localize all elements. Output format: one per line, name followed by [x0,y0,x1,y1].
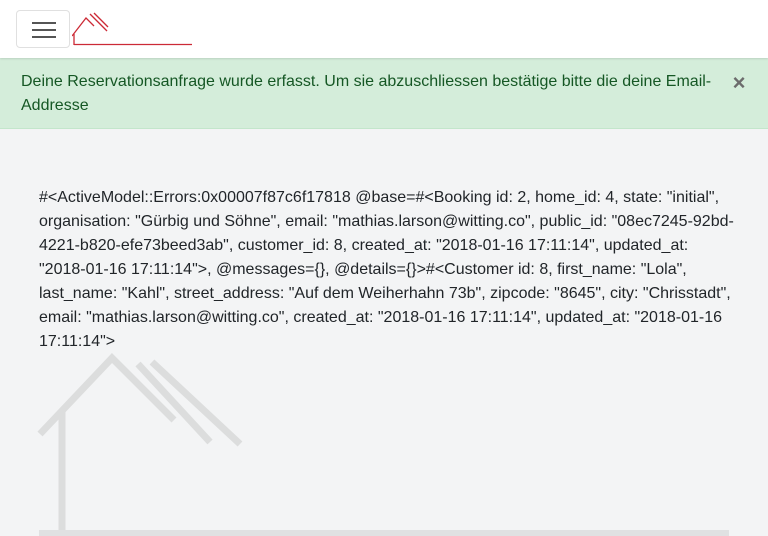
hamburger-icon-line [32,36,56,38]
navbar-toggler-button[interactable] [16,10,70,48]
hamburger-icon [32,22,56,24]
house-logo [71,12,192,46]
success-alert: Deine Reservationsanfrage wurde erfasst.… [0,58,768,129]
hamburger-icon-line [32,29,56,31]
content-divider [39,530,729,536]
alert-message: Deine Reservationsanfrage wurde erfasst.… [21,73,712,114]
close-icon[interactable]: × [728,71,750,95]
navbar [0,0,768,58]
brand-logo-link[interactable] [71,12,194,46]
error-output: #<ActiveModel::Errors:0x00007f87c6f17818… [39,189,734,350]
